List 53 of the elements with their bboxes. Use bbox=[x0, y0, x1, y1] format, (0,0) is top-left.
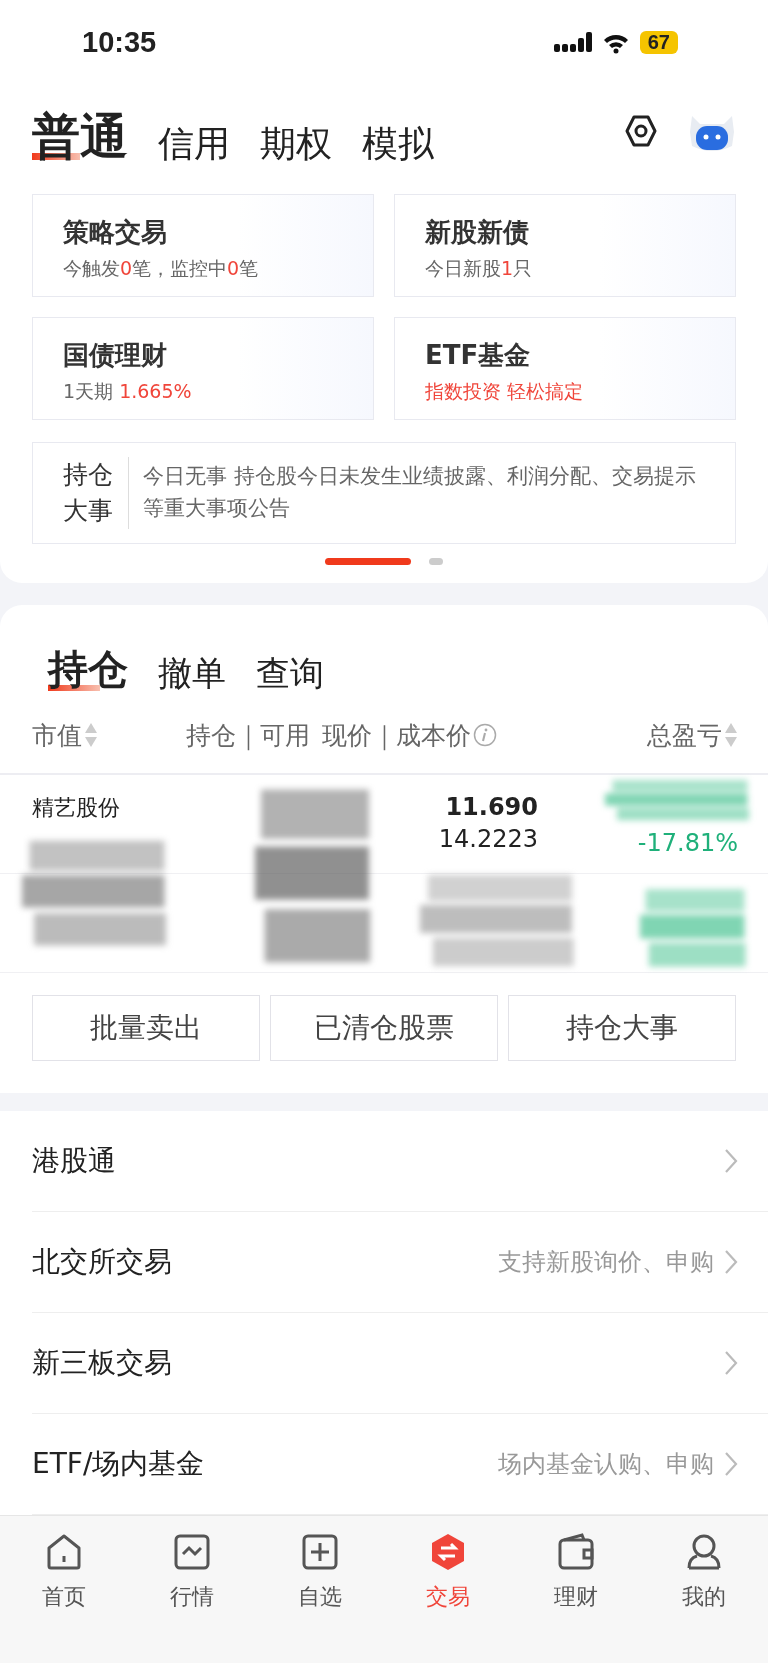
column-header[interactable]: 总盈亏 bbox=[647, 718, 738, 752]
chevron-right-icon bbox=[724, 1451, 738, 1477]
sort-icon[interactable] bbox=[84, 722, 98, 748]
chart-icon bbox=[172, 1532, 212, 1572]
signal-icon bbox=[553, 31, 592, 54]
current-price: 11.690 bbox=[445, 793, 538, 821]
stock-name: 精艺股份 bbox=[32, 794, 120, 822]
feature-title: 新股新债 bbox=[425, 215, 530, 249]
sort-icon[interactable] bbox=[724, 722, 738, 748]
add-icon bbox=[300, 1532, 340, 1572]
wallet-icon bbox=[556, 1532, 596, 1572]
chevron-right-icon bbox=[724, 1350, 738, 1376]
column-header[interactable]: 持仓｜可用 bbox=[186, 718, 310, 752]
nav-tab[interactable]: 理财 bbox=[512, 1516, 640, 1612]
account-tab[interactable]: 期权 bbox=[260, 122, 332, 166]
column-header[interactable]: 现价｜成本价 bbox=[322, 718, 497, 752]
holding-events-card[interactable]: 持仓大事 今日无事 持仓股今日未发生业绩披露、利润分配、交易提示等重大事项公告 bbox=[32, 441, 736, 544]
feature-card[interactable]: 新股新债 今日新股1只 bbox=[394, 193, 736, 297]
feature-title: 国债理财 bbox=[63, 338, 168, 372]
battery-level: 67 bbox=[639, 31, 678, 55]
feature-subtitle: 指数投资 轻松搞定 bbox=[425, 378, 585, 404]
action-button[interactable]: 批量卖出 bbox=[32, 995, 260, 1061]
profit-percent: -17.81% bbox=[637, 829, 738, 857]
cost-price: 14.2223 bbox=[438, 825, 538, 853]
position-tab[interactable]: 查询 bbox=[256, 651, 324, 697]
nav-tab[interactable]: 行情 bbox=[128, 1516, 256, 1612]
feature-card[interactable]: ETF基金 指数投资 轻松搞定 bbox=[394, 316, 736, 420]
feature-subtitle: 1天期 1.665% bbox=[63, 378, 193, 404]
feature-card[interactable]: 策略交易 今触发0笔，监控中0笔 bbox=[32, 193, 374, 297]
column-header[interactable]: 市值 bbox=[32, 718, 98, 752]
nav-tab[interactable]: 首页 bbox=[0, 1516, 128, 1612]
chevron-right-icon bbox=[724, 1249, 738, 1275]
nav-tab[interactable]: 我的 bbox=[640, 1516, 768, 1612]
account-tab[interactable]: 模拟 bbox=[362, 122, 434, 166]
status-time: 10:35 bbox=[82, 26, 157, 60]
position-tab[interactable]: 撤单 bbox=[158, 651, 226, 697]
feature-card[interactable]: 国债理财 1天期 1.665% bbox=[32, 316, 374, 420]
events-text: 今日无事 持仓股今日未发生业绩披露、利润分配、交易提示等重大事项公告 bbox=[143, 463, 697, 522]
info-icon[interactable] bbox=[473, 723, 497, 747]
feature-subtitle: 今日新股1只 bbox=[425, 255, 534, 281]
events-label: 持仓大事 bbox=[63, 456, 130, 529]
nav-tab[interactable]: 自选 bbox=[256, 1516, 384, 1612]
feature-subtitle: 今触发0笔，监控中0笔 bbox=[63, 255, 260, 281]
account-tab[interactable]: 信用 bbox=[158, 122, 230, 166]
chevron-right-icon bbox=[724, 1148, 738, 1174]
feature-title: 策略交易 bbox=[63, 215, 168, 249]
action-button[interactable]: 持仓大事 bbox=[508, 995, 736, 1061]
feature-title: ETF基金 bbox=[425, 338, 532, 372]
market-list-item[interactable]: 北交所交易 支持新股询价、申购 bbox=[32, 1212, 768, 1313]
market-list-item[interactable]: 新三板交易 bbox=[32, 1313, 768, 1414]
action-button[interactable]: 已清仓股票 bbox=[270, 995, 498, 1061]
market-list-item[interactable]: 港股通 bbox=[32, 1111, 768, 1212]
settings-icon[interactable] bbox=[624, 113, 658, 148]
